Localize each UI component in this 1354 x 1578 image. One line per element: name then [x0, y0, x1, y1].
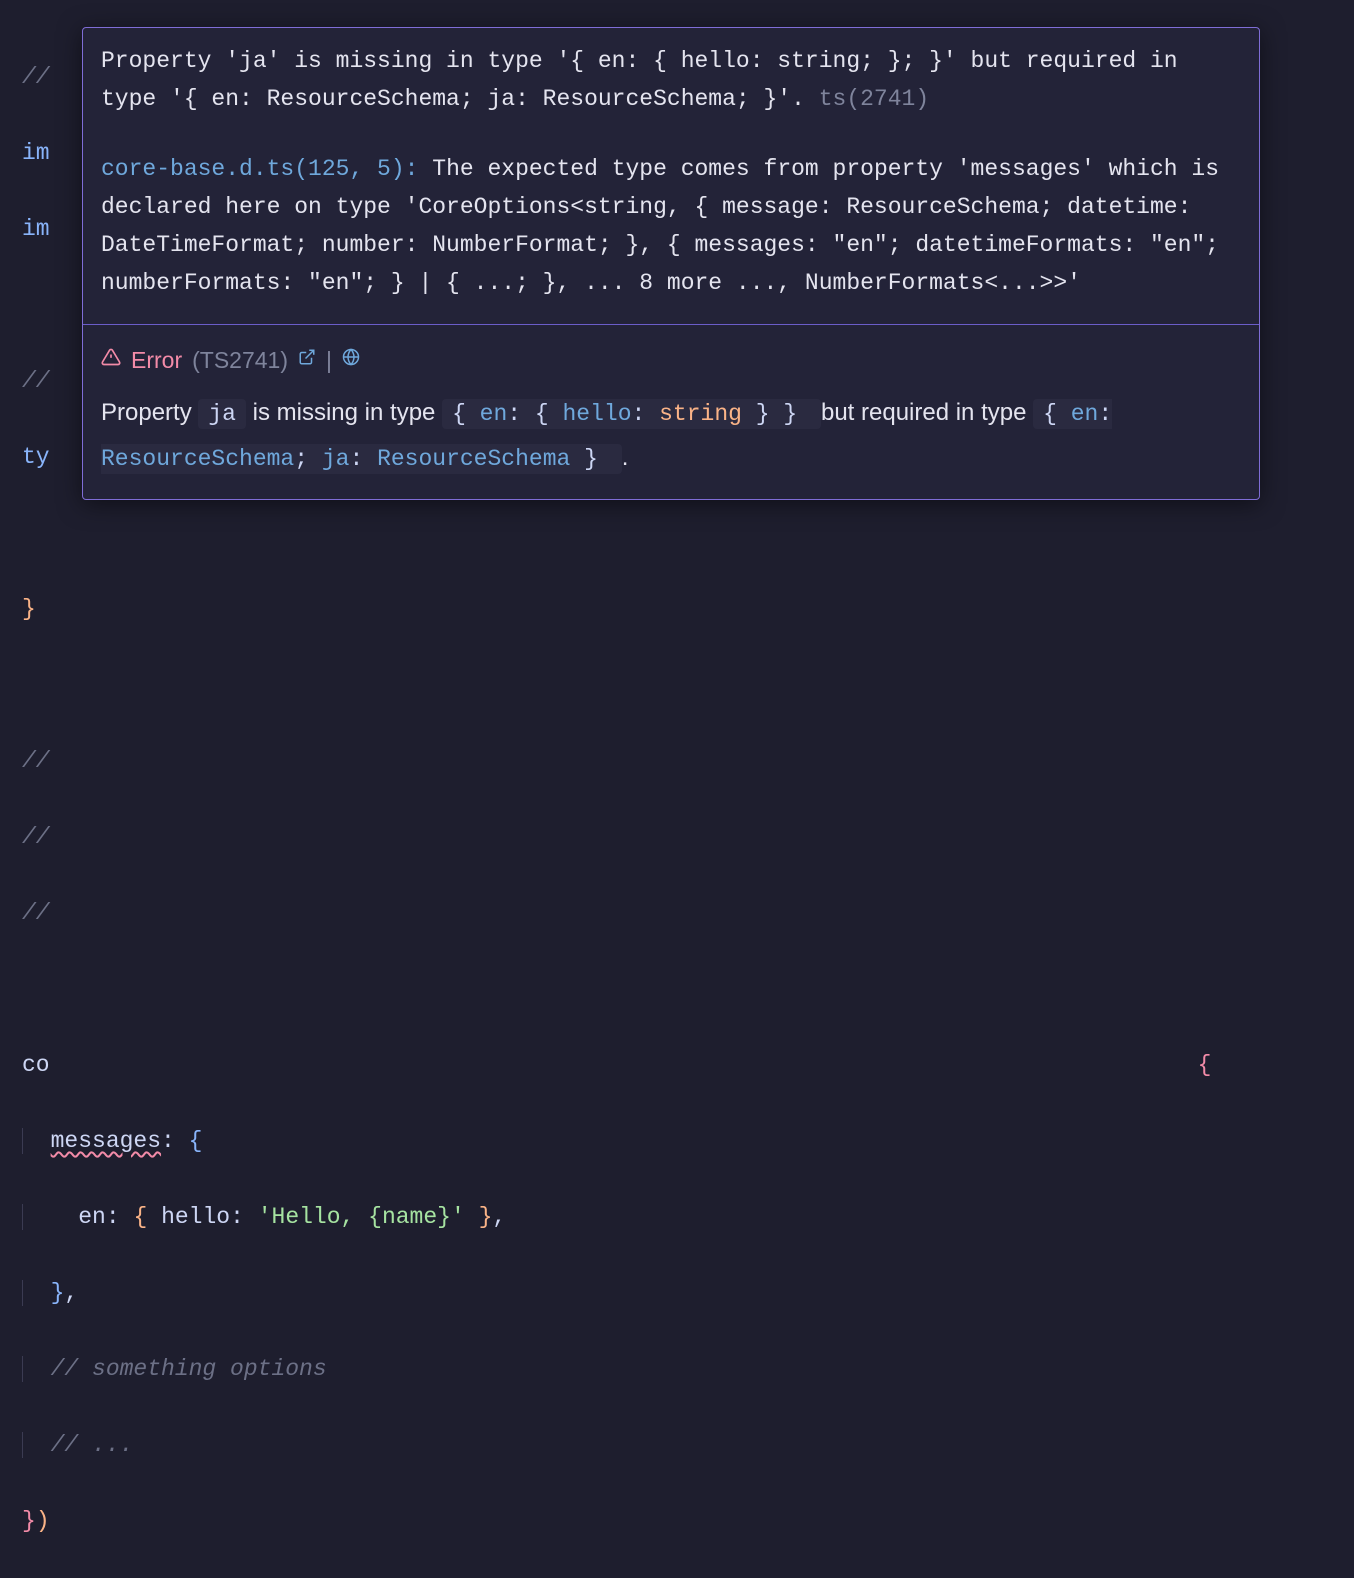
ts-error-code: ts(2741) [805, 86, 929, 112]
property: hello [161, 1204, 230, 1230]
comment: // [22, 368, 50, 394]
brace: { [189, 1128, 203, 1154]
paren: ) [36, 1508, 50, 1534]
code-line: // [22, 894, 1211, 932]
comment: // [22, 900, 50, 926]
code-line: }) [22, 1502, 1211, 1540]
brace: { [1198, 1052, 1212, 1078]
separator: | [326, 339, 332, 381]
brace: } [51, 1280, 65, 1306]
code-line [22, 514, 1211, 552]
string-literal: 'Hello, {name}' [258, 1204, 465, 1230]
code-line: // ... [22, 1426, 1211, 1464]
keyword: im [22, 216, 50, 242]
code-line: // [22, 818, 1211, 856]
code-line: // something options [22, 1350, 1211, 1388]
property: en [78, 1204, 106, 1230]
code-line: } [22, 590, 1211, 628]
code-line: }, [22, 1274, 1211, 1312]
error-label: Error [131, 339, 182, 381]
identifier: co [22, 1052, 50, 1078]
comment: // ... [51, 1432, 134, 1458]
brace: } [479, 1204, 493, 1230]
keyword: ty [22, 444, 50, 470]
brace: { [133, 1204, 147, 1230]
code-chip: ja [198, 399, 246, 429]
code-line: co { [22, 1046, 1211, 1084]
pretty-error-body: Property ja is missing in type { en: { h… [101, 391, 1241, 481]
error-header: Error (TS2741) | [101, 339, 1241, 381]
code-line: // [22, 742, 1211, 780]
diagnostic-pretty: Error (TS2741) | Property ja is missing … [83, 325, 1259, 499]
comment: // [22, 64, 50, 90]
code-line [22, 666, 1211, 704]
error-squiggly[interactable]: messages [51, 1128, 161, 1154]
comment: // [22, 824, 50, 850]
comment: // [22, 748, 50, 774]
error-code: (TS2741) [192, 339, 288, 381]
comment: // something options [51, 1356, 327, 1382]
keyword: im [22, 140, 50, 166]
brace: } [22, 596, 36, 622]
diagnostic-text: Property 'ja' is missing in type '{ en: … [101, 48, 1178, 112]
warning-triangle-icon [101, 339, 121, 381]
code-line [22, 970, 1211, 1008]
external-link-icon[interactable] [298, 339, 316, 381]
code-chip: { en: { hello: string } } [442, 399, 821, 429]
code-line: en: { hello: 'Hello, {name}' }, [22, 1198, 1211, 1236]
code-line: messages: { [22, 1122, 1211, 1160]
globe-icon[interactable] [342, 339, 360, 381]
source-file-link[interactable]: core-base.d.ts(125, 5): [101, 156, 432, 182]
brace: } [22, 1508, 36, 1534]
diagnostic-hover-popup[interactable]: Property 'ja' is missing in type '{ en: … [82, 27, 1260, 500]
diagnostic-raw-message: Property 'ja' is missing in type '{ en: … [83, 28, 1259, 324]
